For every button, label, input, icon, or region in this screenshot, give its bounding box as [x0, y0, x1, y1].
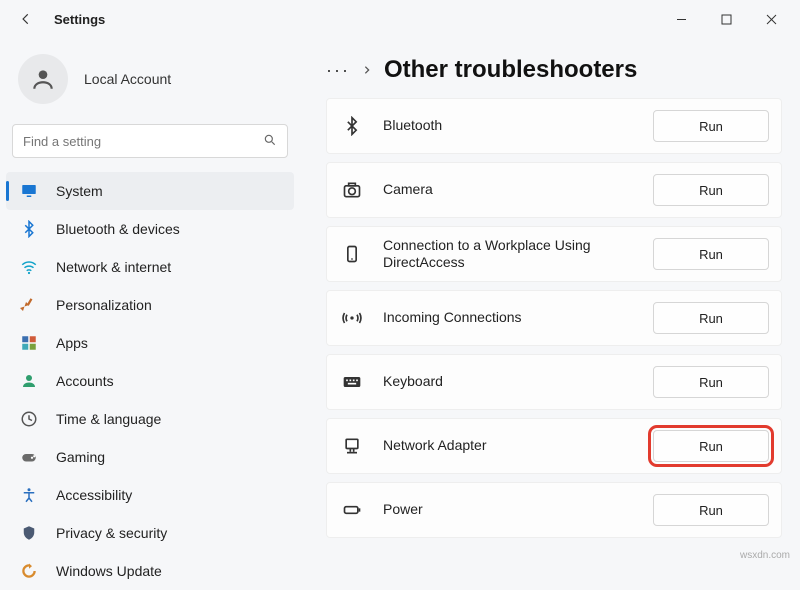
- account-header[interactable]: Local Account: [6, 44, 294, 124]
- troubleshooter-row-camera: CameraRun: [326, 162, 782, 218]
- signal-icon: [339, 305, 365, 331]
- bluetooth-icon: [18, 218, 40, 240]
- person-icon: [18, 370, 40, 392]
- back-button[interactable]: [12, 5, 40, 33]
- phone-icon: [339, 241, 365, 267]
- shield-icon: [18, 522, 40, 544]
- sidebar: Local Account System Bluetooth & devices N…: [0, 38, 300, 565]
- troubleshooter-row-power: PowerRun: [326, 482, 782, 538]
- avatar: [18, 54, 68, 104]
- run-button-power[interactable]: Run: [653, 494, 769, 526]
- nav-item-label: Windows Update: [56, 563, 162, 579]
- page-title: Other troubleshooters: [384, 56, 637, 84]
- search-box[interactable]: [12, 124, 288, 158]
- troubleshooter-label: Keyboard: [383, 373, 653, 391]
- nav-item-accounts[interactable]: Accounts: [6, 362, 294, 400]
- gamepad-icon: [18, 446, 40, 468]
- keyboard-icon: [339, 369, 365, 395]
- brush-icon: [18, 294, 40, 316]
- breadcrumb-more-button[interactable]: ···: [326, 60, 350, 81]
- nav-item-label: Personalization: [56, 297, 152, 313]
- monitor-icon: [18, 180, 40, 202]
- troubleshooter-row-workplace-directaccess: Connection to a Workplace Using DirectAc…: [326, 226, 782, 282]
- search-icon: [263, 133, 277, 150]
- nav-item-label: Apps: [56, 335, 88, 351]
- nav-item-system[interactable]: System: [6, 172, 294, 210]
- wifi-icon: [18, 256, 40, 278]
- nav-item-accessibility[interactable]: Accessibility: [6, 476, 294, 514]
- apps-icon: [18, 332, 40, 354]
- nav-item-personalization[interactable]: Personalization: [6, 286, 294, 324]
- account-name: Local Account: [84, 71, 171, 87]
- troubleshooter-label: Bluetooth: [383, 117, 653, 135]
- maximize-button[interactable]: [704, 4, 749, 34]
- nav-item-gaming[interactable]: Gaming: [6, 438, 294, 476]
- nav-item-label: Bluetooth & devices: [56, 221, 180, 237]
- troubleshooter-label: Power: [383, 501, 653, 519]
- close-button[interactable]: [749, 4, 794, 34]
- troubleshooter-label: Incoming Connections: [383, 309, 653, 327]
- run-button-camera[interactable]: Run: [653, 174, 769, 206]
- troubleshooter-label: Camera: [383, 181, 653, 199]
- troubleshooter-row-keyboard: KeyboardRun: [326, 354, 782, 410]
- update-icon: [18, 560, 40, 582]
- nav-item-bluetooth-devices[interactable]: Bluetooth & devices: [6, 210, 294, 248]
- nav-item-privacy-security[interactable]: Privacy & security: [6, 514, 294, 552]
- minimize-button[interactable]: [659, 4, 704, 34]
- chevron-right-icon: [362, 62, 372, 78]
- nav-item-network-internet[interactable]: Network & internet: [6, 248, 294, 286]
- breadcrumb: ··· Other troubleshooters: [326, 56, 782, 84]
- nav-item-label: System: [56, 183, 103, 199]
- bluetooth-icon: [339, 113, 365, 139]
- clock-icon: [18, 408, 40, 430]
- camera-icon: [339, 177, 365, 203]
- nav-item-label: Time & language: [56, 411, 161, 427]
- nav-item-label: Network & internet: [56, 259, 171, 275]
- nav-item-label: Privacy & security: [56, 525, 167, 541]
- troubleshooter-label: Connection to a Workplace Using DirectAc…: [383, 237, 653, 272]
- nav-item-time-language[interactable]: Time & language: [6, 400, 294, 438]
- window-title: Settings: [54, 12, 105, 27]
- accessibility-icon: [18, 484, 40, 506]
- troubleshooter-row-network-adapter: Network AdapterRun: [326, 418, 782, 474]
- nav-item-label: Accounts: [56, 373, 114, 389]
- run-button-keyboard[interactable]: Run: [653, 366, 769, 398]
- nav-list: System Bluetooth & devices Network & inter…: [6, 172, 294, 590]
- nav-item-windows-update[interactable]: Windows Update: [6, 552, 294, 590]
- nav-item-apps[interactable]: Apps: [6, 324, 294, 362]
- run-button-incoming-connections[interactable]: Run: [653, 302, 769, 334]
- troubleshooter-list: BluetoothRunCameraRunConnection to a Wor…: [326, 98, 782, 538]
- search-input[interactable]: [23, 134, 263, 149]
- troubleshooter-row-bluetooth: BluetoothRun: [326, 98, 782, 154]
- nav-item-label: Gaming: [56, 449, 105, 465]
- titlebar: Settings: [0, 0, 800, 38]
- battery-icon: [339, 497, 365, 523]
- troubleshooter-row-incoming-connections: Incoming ConnectionsRun: [326, 290, 782, 346]
- nav-item-label: Accessibility: [56, 487, 132, 503]
- troubleshooter-label: Network Adapter: [383, 437, 653, 455]
- watermark: wsxdn.com: [740, 550, 790, 561]
- network-adapter-icon: [339, 433, 365, 459]
- run-button-bluetooth[interactable]: Run: [653, 110, 769, 142]
- run-button-network-adapter[interactable]: Run: [653, 430, 769, 462]
- content-pane: ··· Other troubleshooters BluetoothRunCa…: [300, 38, 800, 565]
- run-button-workplace-directaccess[interactable]: Run: [653, 238, 769, 270]
